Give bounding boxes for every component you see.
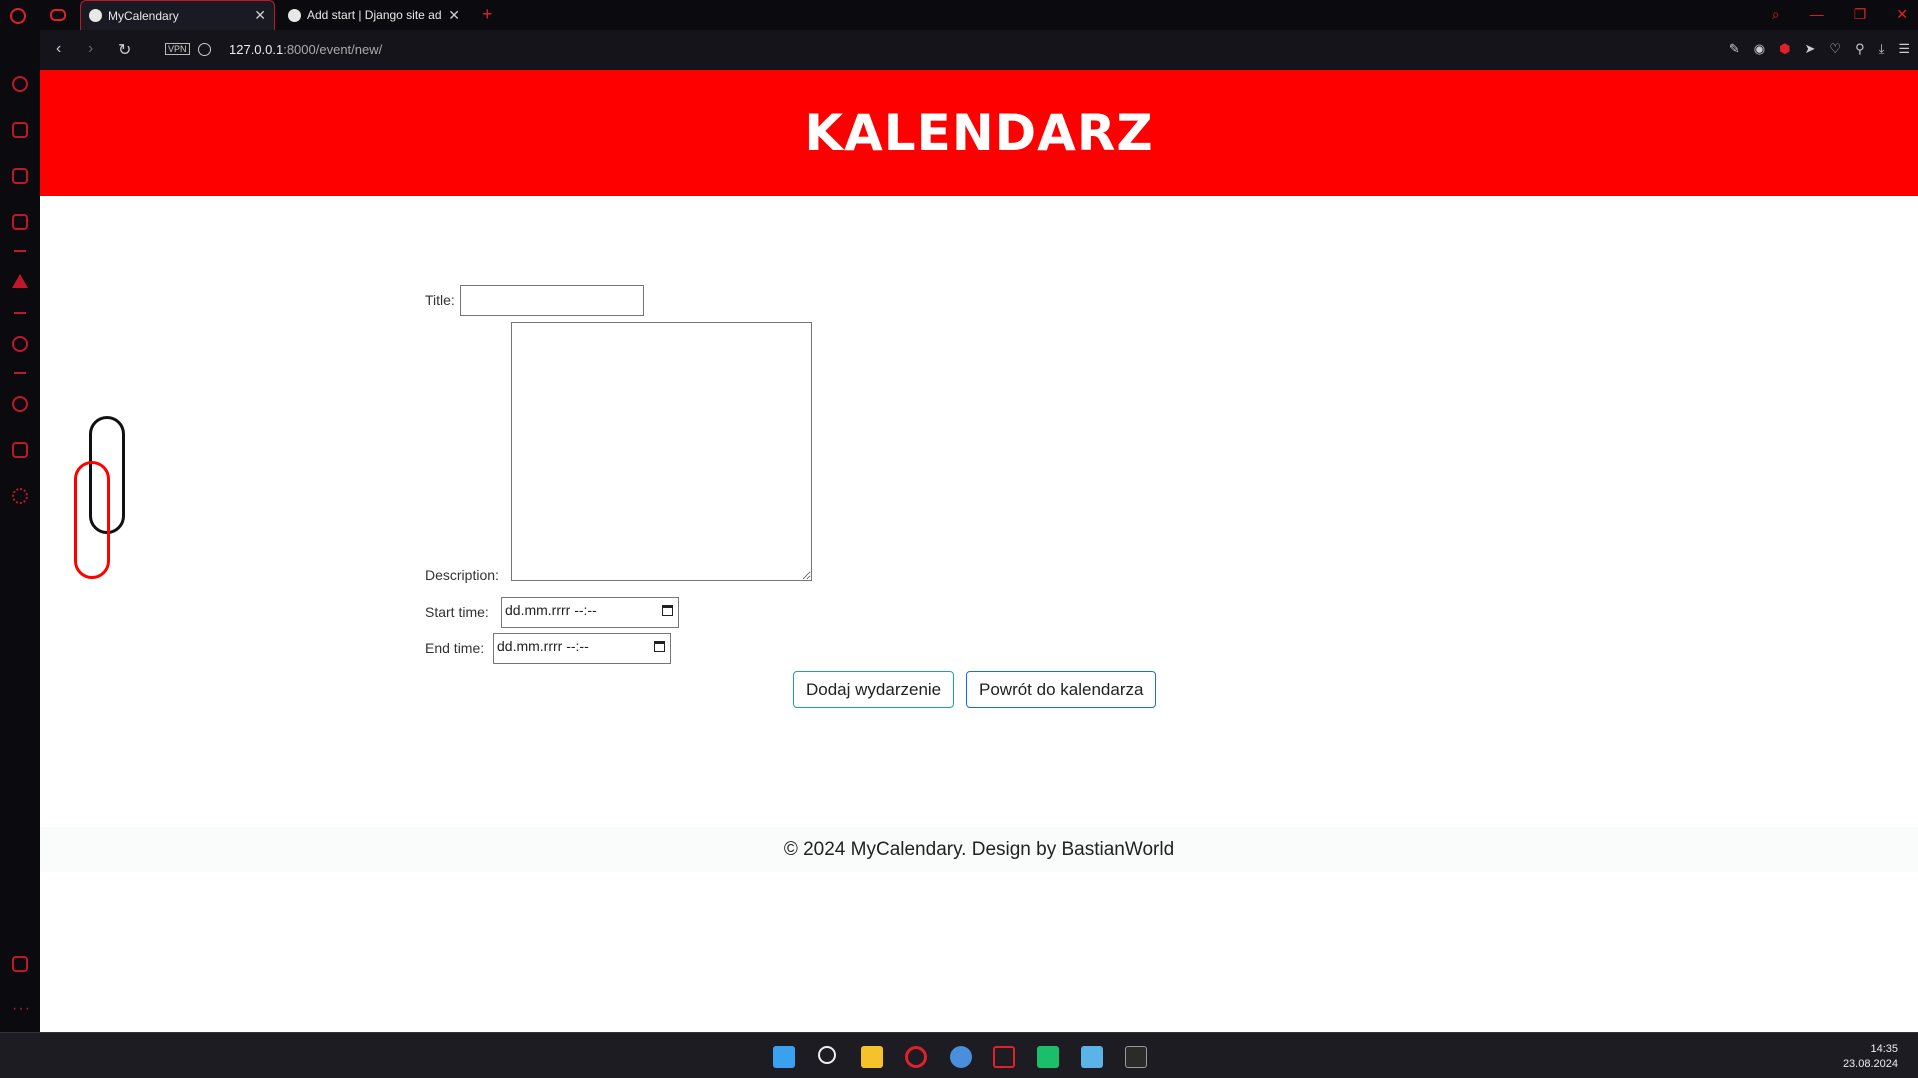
url-field[interactable]: 127.0.0.1:8000/event/new/ bbox=[229, 42, 382, 57]
calendar-icon[interactable] bbox=[12, 214, 28, 230]
close-window-button[interactable]: ✕ bbox=[1896, 6, 1908, 23]
calendar-picker-icon[interactable] bbox=[654, 641, 665, 652]
vpn-badge[interactable]: VPN bbox=[165, 43, 190, 55]
heart-icon[interactable]: ♡ bbox=[1829, 41, 1841, 57]
end-time-label: End time: bbox=[425, 640, 485, 656]
reload-button[interactable]: ↻ bbox=[118, 40, 131, 60]
twitch-icon[interactable] bbox=[12, 168, 28, 184]
profile-icon[interactable]: ⚲ bbox=[1855, 41, 1865, 57]
opera-logo-icon[interactable] bbox=[10, 8, 26, 24]
extensions-icon[interactable] bbox=[12, 442, 28, 458]
add-event-button[interactable]: Dodaj wydarzenie bbox=[793, 671, 955, 708]
more-icon[interactable]: ··· bbox=[12, 1000, 31, 1018]
gaming-icon[interactable] bbox=[50, 9, 66, 21]
sidebar-divider bbox=[14, 250, 26, 252]
send-icon[interactable]: ➤ bbox=[1805, 41, 1816, 57]
tab-mycalendary[interactable]: MyCalendary ✕ bbox=[80, 0, 275, 30]
history-icon[interactable] bbox=[12, 396, 28, 412]
speed-dial-icon[interactable] bbox=[12, 76, 28, 92]
globe-icon bbox=[89, 9, 102, 22]
forward-button[interactable]: › bbox=[88, 40, 93, 58]
sidebar-divider bbox=[14, 372, 26, 374]
start-time-value: dd.mm.rrrr --:-- bbox=[505, 602, 597, 618]
close-icon[interactable]: ✕ bbox=[254, 7, 266, 24]
clock-time: 14:35 bbox=[1870, 1043, 1898, 1055]
notepad-icon[interactable] bbox=[1081, 1046, 1103, 1068]
back-button[interactable]: ‹ bbox=[56, 40, 61, 58]
tab-label: Add start | Django site adm bbox=[307, 8, 443, 22]
site-info-icon[interactable] bbox=[198, 43, 211, 56]
camera-icon[interactable]: ◉ bbox=[1754, 41, 1765, 57]
page-viewport: KALENDARZ Title: Description: Start time… bbox=[40, 70, 1918, 1032]
search-tabs-icon[interactable]: ⌕ bbox=[1772, 6, 1780, 23]
opera-icon[interactable] bbox=[905, 1046, 927, 1068]
title-label: Title: bbox=[425, 292, 455, 308]
edit-icon[interactable]: ✎ bbox=[1729, 41, 1740, 57]
toolbar-icons: ✎ ◉ ⬢ ➤ ♡ ⚲ ⤓ ☰ bbox=[1729, 41, 1910, 57]
tab-label: MyCalendary bbox=[108, 8, 179, 23]
file-explorer-icon[interactable] bbox=[861, 1046, 883, 1068]
title-input[interactable] bbox=[460, 285, 644, 316]
start-time-label: Start time: bbox=[425, 604, 489, 620]
system-clock[interactable]: 14:35 23.08.2024 bbox=[1843, 1042, 1898, 1072]
download-icon[interactable]: ⤓ bbox=[1879, 41, 1885, 57]
snipping-tool-icon[interactable] bbox=[993, 1046, 1015, 1068]
new-tab-button[interactable]: + bbox=[482, 4, 493, 25]
minimize-button[interactable]: — bbox=[1810, 6, 1824, 23]
gallery-icon[interactable] bbox=[12, 956, 28, 972]
app-icon[interactable] bbox=[950, 1046, 972, 1068]
sidebar-divider bbox=[14, 312, 26, 314]
window-controls: ⌕ — ❐ ✕ bbox=[1772, 6, 1908, 23]
site-footer: © 2024 MyCalendary. Design by BastianWor… bbox=[40, 827, 1918, 872]
search-icon[interactable] bbox=[818, 1046, 836, 1064]
site-header: KALENDARZ bbox=[40, 70, 1918, 196]
close-icon[interactable]: ✕ bbox=[448, 7, 460, 24]
url-host: 127.0.0.1 bbox=[229, 42, 284, 57]
paperclip-decoration bbox=[74, 461, 110, 579]
pycharm-icon[interactable] bbox=[1037, 1046, 1059, 1068]
end-time-input[interactable]: dd.mm.rrrr --:-- bbox=[493, 633, 671, 664]
clock-date: 23.08.2024 bbox=[1842, 1058, 1898, 1070]
windows-taskbar: 14:35 23.08.2024 bbox=[0, 1032, 1918, 1078]
player-icon[interactable] bbox=[12, 336, 28, 352]
start-time-input[interactable]: dd.mm.rrrr --:-- bbox=[501, 597, 679, 628]
restore-button[interactable]: ❐ bbox=[1854, 6, 1867, 23]
aria-icon[interactable] bbox=[12, 274, 28, 288]
description-textarea[interactable] bbox=[511, 322, 812, 581]
footer-text: © 2024 MyCalendary. Design by BastianWor… bbox=[783, 838, 1175, 860]
windows-start-icon[interactable] bbox=[773, 1046, 795, 1068]
terminal-icon[interactable] bbox=[1125, 1046, 1147, 1068]
address-bar: ‹ › ↻ VPN 127.0.0.1:8000/event/new/ ✎ ◉ … bbox=[40, 30, 1918, 70]
settings-icon[interactable] bbox=[12, 488, 28, 504]
tab-django-admin[interactable]: Add start | Django site adm ✕ bbox=[280, 0, 468, 30]
page-title: KALENDARZ bbox=[804, 104, 1154, 162]
browser-sidebar: ··· bbox=[0, 30, 40, 1032]
calendar-picker-icon[interactable] bbox=[662, 605, 673, 616]
end-time-value: dd.mm.rrrr --:-- bbox=[497, 638, 589, 654]
back-to-calendar-button[interactable]: Powrót do kalendarza bbox=[966, 671, 1157, 708]
url-path: :8000/event/new/ bbox=[283, 42, 383, 57]
shopping-bag-icon[interactable] bbox=[12, 122, 28, 138]
globe-icon bbox=[288, 8, 301, 22]
menu-icon[interactable]: ☰ bbox=[1898, 41, 1910, 57]
description-label: Description: bbox=[425, 567, 499, 583]
shield-icon[interactable]: ⬢ bbox=[1779, 41, 1790, 57]
tab-bar: MyCalendary ✕ Add start | Django site ad… bbox=[0, 0, 1918, 30]
